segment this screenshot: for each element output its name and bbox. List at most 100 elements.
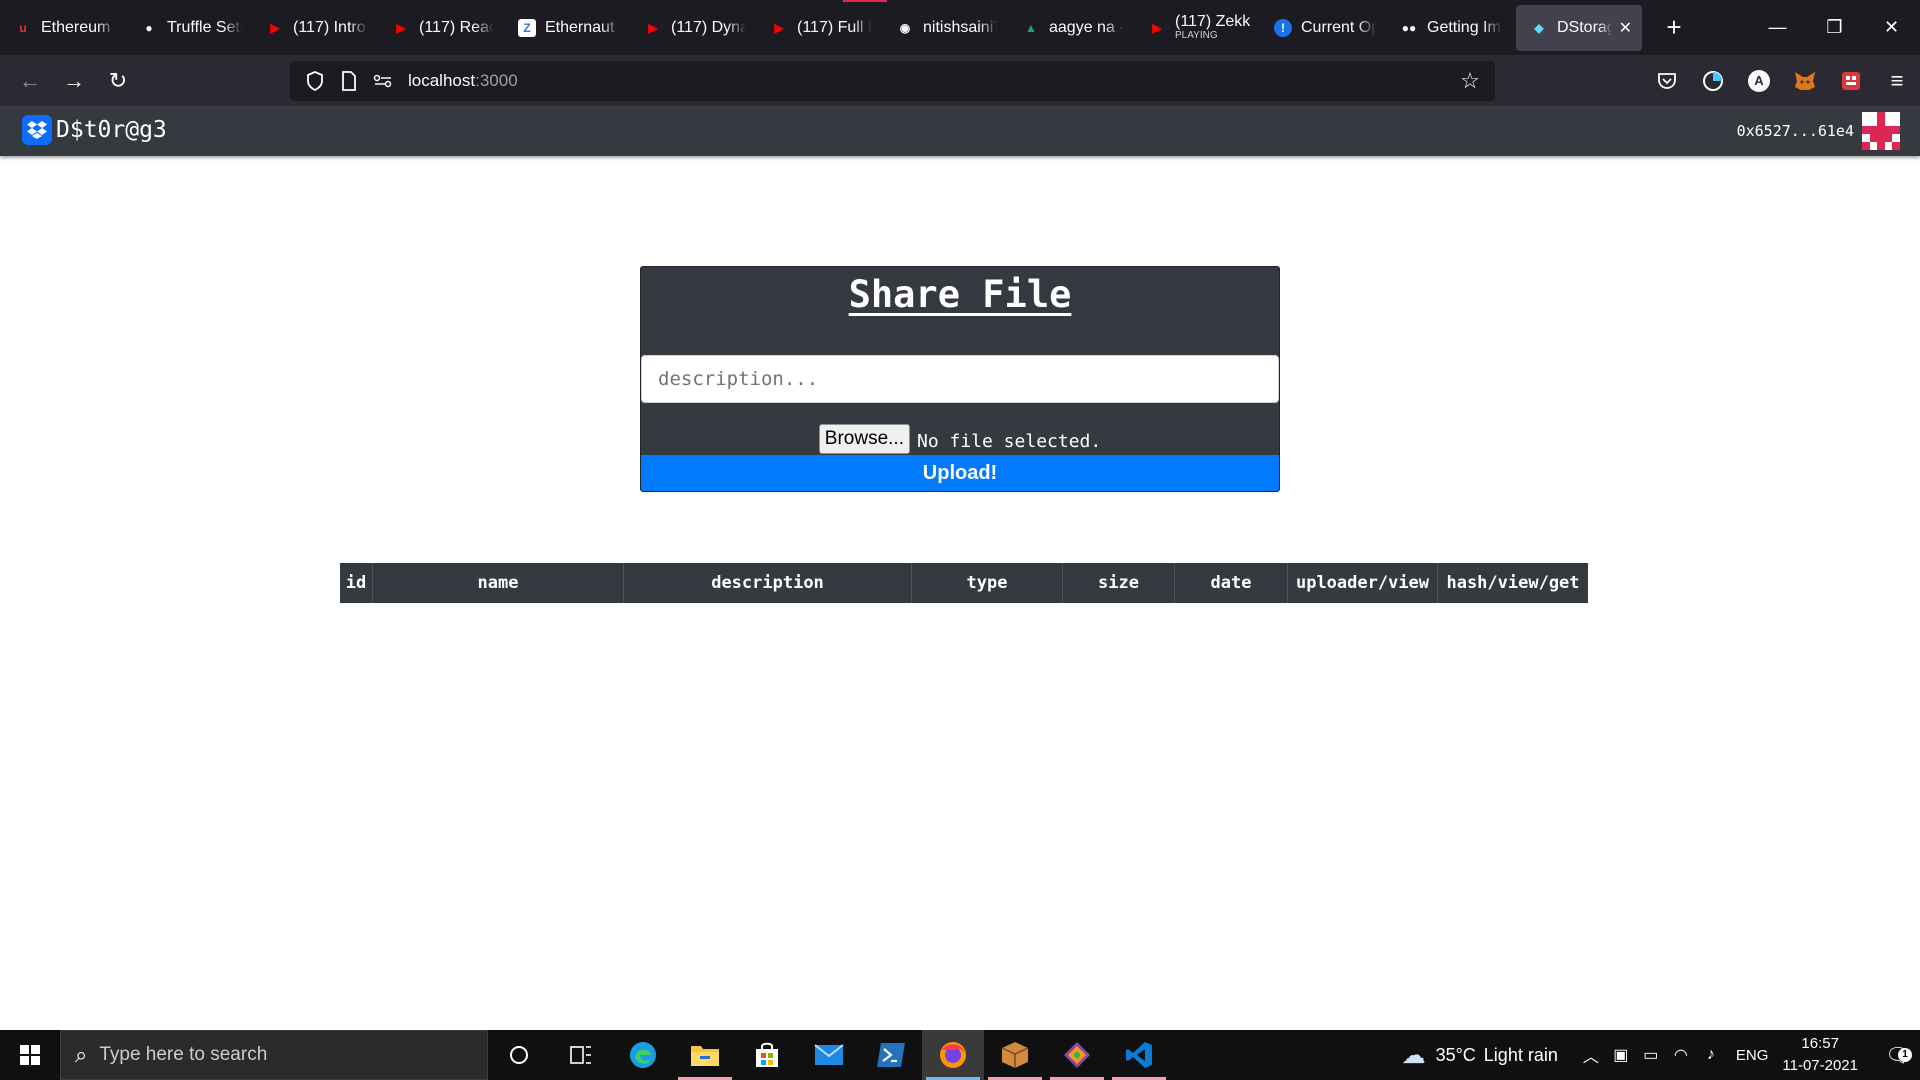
pocket-icon[interactable] [1644,61,1690,101]
search-placeholder: Type here to search [99,1044,268,1065]
browser-tab[interactable]: Z Ethernaut [504,5,630,51]
tab-title: (117) Intro [293,18,366,36]
brand-name: D$t0r@g3 [56,117,167,143]
tab-title: nitishsaini7 [923,18,998,36]
task-view-icon[interactable] [550,1030,612,1080]
wifi-icon[interactable]: ◠ [1666,1045,1696,1065]
container-icon[interactable] [1690,61,1736,101]
weather-widget[interactable]: ☁ 35°C Light rain [1402,1041,1558,1070]
back-button[interactable]: ← [8,61,52,101]
account-identicon [1862,112,1900,150]
volume-icon[interactable]: ♪ [1696,1046,1726,1064]
tab-title: Getting Im [1427,18,1501,36]
new-tab-button[interactable]: + [1652,6,1696,50]
browser-tab[interactable]: u Ethereum E [0,5,126,51]
window-controls: — ❐ ✕ [1749,0,1920,55]
tab-title: DStorag [1557,18,1613,36]
column-header-type: type [912,563,1063,603]
tab-playing-label: PLAYING [1175,29,1218,41]
info-icon: ! [1274,18,1292,37]
menu-icon[interactable]: ≡ [1874,61,1920,101]
react-icon: ◆ [1534,20,1544,35]
close-window-button[interactable]: ✕ [1863,0,1920,55]
weather-description: Light rain [1483,1044,1558,1065]
browser-tab[interactable]: ▶ (117) Zekk PLAYING [1134,5,1260,51]
account-icon[interactable]: A [1736,61,1782,101]
vscode-icon[interactable] [1108,1030,1170,1080]
reload-button[interactable]: ↻ [96,61,140,101]
brand[interactable]: D$t0r@g3 [22,115,167,145]
toolbar-icons: A ≡ [1644,55,1920,106]
clock-date: 11-07-2021 [1782,1057,1858,1074]
web3-icon: u [19,20,27,35]
chevron-up-icon[interactable]: ︿ [1576,1043,1606,1067]
permissions-icon[interactable] [368,66,398,96]
file-explorer-icon[interactable] [674,1030,736,1080]
mail-icon[interactable] [798,1030,860,1080]
close-tab-icon[interactable]: ✕ [1619,18,1632,38]
address-bar[interactable]: localhost:3000 ☆ [290,61,1495,101]
upload-button[interactable]: Upload! [641,455,1279,491]
url-text[interactable]: localhost:3000 [408,71,518,91]
taskbar-search-box[interactable]: ⌕ Type here to search [60,1030,488,1080]
tab-title: aagye na - [1049,18,1124,36]
restore-button[interactable]: ❐ [1806,0,1863,55]
column-header-description: description [624,563,912,603]
column-header-hash: hash/view/get [1446,573,1580,593]
firefox-icon[interactable] [922,1030,984,1080]
browser-tab[interactable]: ▶ (117) Intro [252,5,378,51]
microsoft-store-icon[interactable] [736,1030,798,1080]
battery-icon[interactable]: ▭ [1636,1045,1666,1065]
browser-navigation-bar: ← → ↻ localhost:3000 ☆ A ≡ [0,55,1920,106]
git-gui-icon[interactable] [1046,1030,1108,1080]
notification-count: 1 [1898,1047,1912,1062]
notification-center-icon[interactable]: 🗨 1 [1876,1043,1920,1068]
truffle-icon: ● [145,20,153,35]
powershell-icon[interactable] [860,1030,922,1080]
youtube-icon: ▶ [648,20,658,35]
cortana-icon[interactable] [488,1030,550,1080]
page-icon [334,66,364,96]
browser-tab[interactable]: ▶ (117) Reac [378,5,504,51]
column-header-uploader: uploader/view [1288,563,1438,603]
shield-icon[interactable] [300,66,330,96]
url-port: :3000 [475,71,518,90]
extension-icon[interactable] [1828,61,1874,101]
browser-tab[interactable]: ▲ aagye na - [1008,5,1134,51]
browser-tab[interactable]: ●● Getting Im [1386,5,1512,51]
input-language[interactable]: ENG [1736,1047,1769,1064]
tab-list: u Ethereum E ● Truffle Setu ▶ (117) Intro ▶ (11… [0,0,1646,55]
file-picker: Browse... No file selected. [641,424,1279,454]
description-input[interactable] [641,355,1279,403]
account-address: 0x6527...61e4 [1736,122,1854,140]
url-host: localhost [408,71,476,90]
tab-title: Ethernaut [545,18,615,36]
google-drive-icon: ▲ [1025,20,1037,35]
browser-tab[interactable]: ▶ (117) Dyna [630,5,756,51]
tab-title: Ethereum E [41,18,116,36]
browser-tab[interactable]: ◉ nitishsaini7 [882,5,1008,51]
clock[interactable]: 16:57 11-07-2021 [1782,1033,1858,1077]
tab-title: (117) Zekk [1175,13,1250,30]
browser-tab[interactable]: ◆ DStorag ✕ [1516,4,1642,51]
audio-playing-indicator [843,0,887,2]
minimize-button[interactable]: — [1749,0,1806,55]
package-app-icon[interactable] [984,1030,1046,1080]
browser-tab[interactable]: ● Truffle Setu [126,5,252,51]
browser-tab[interactable]: ! Current Op [1260,5,1386,51]
app-navbar: D$t0r@g3 0x6527...61e4 [0,106,1920,156]
browse-button[interactable]: Browse... [818,424,910,454]
start-button[interactable] [0,1030,60,1080]
search-icon: ⌕ [75,1042,88,1067]
github-icon: ◉ [899,20,911,35]
metamask-extension-icon[interactable] [1782,61,1828,101]
meet-now-icon[interactable]: ▣ [1606,1045,1636,1065]
clock-time: 16:57 [1801,1035,1839,1052]
tab-title: Current Op [1301,18,1376,36]
browser-tab[interactable]: ▶ (117) Full M [756,5,882,51]
bookmark-star-icon[interactable]: ☆ [1455,66,1485,96]
edge-browser-icon[interactable] [612,1030,674,1080]
share-file-form: Share File Browse... No file selected. U… [640,266,1280,492]
forward-button[interactable]: → [52,61,96,101]
cloud-rain-icon: ☁ [1401,1041,1426,1069]
